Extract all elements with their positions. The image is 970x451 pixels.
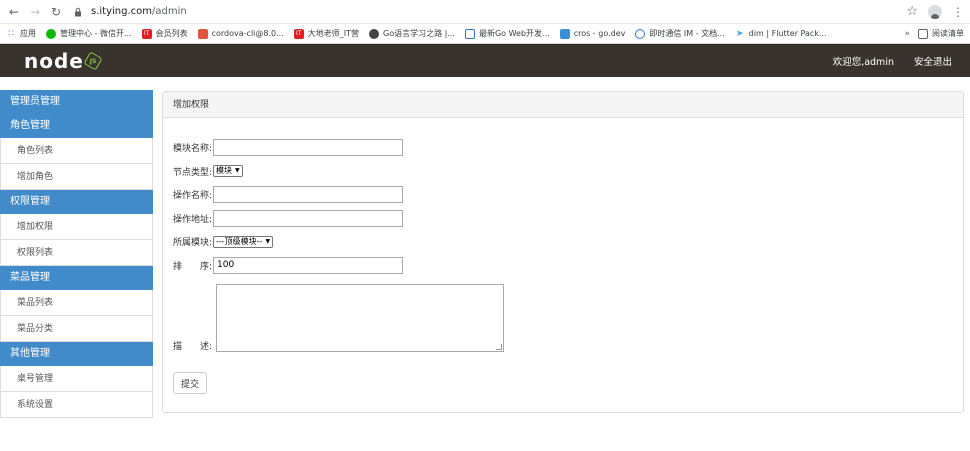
description-textarea[interactable] xyxy=(216,284,504,352)
chevron-down-icon: ▼ xyxy=(265,237,271,245)
action-url-input[interactable] xyxy=(213,209,403,227)
sidebar-group-other[interactable]: 其他管理 xyxy=(0,342,153,366)
sidebar-group-admin[interactable]: 管理员管理 xyxy=(0,90,153,114)
bookmark-item[interactable]: ➤ dim | Flutter Pack... xyxy=(735,29,827,39)
bookmarks-bar: ∷ 应用 管理中心 - 微信开... IT 会员列表 cordova-cli@8… xyxy=(0,24,970,44)
bookmark-label: 应用 xyxy=(20,29,36,38)
bookmark-label: 最新Go Web开发... xyxy=(478,29,550,38)
reading-list-label: 阅读清单 xyxy=(932,29,964,38)
sidebar-item-dish-list[interactable]: 菜品列表 xyxy=(0,290,153,316)
bookmark-item[interactable]: 最新Go Web开发... xyxy=(464,28,550,39)
url-text: s.itying.com/admin xyxy=(91,6,187,17)
panel-title: 增加权限 xyxy=(163,92,963,118)
description-label: 描 述: xyxy=(173,342,213,352)
action-url-label: 操作地址: xyxy=(173,214,213,225)
bookmark-star-icon[interactable]: ☆ xyxy=(906,4,918,19)
itying-icon: IT xyxy=(293,28,304,39)
bookmark-label: 会员列表 xyxy=(155,29,188,38)
cloud-icon xyxy=(635,28,646,39)
bookmark-item[interactable]: cros - go.dev xyxy=(559,28,626,39)
sidebar-group-permission[interactable]: 权限管理 xyxy=(0,190,153,214)
bookmark-item[interactable]: Go语言学习之路 |... xyxy=(369,28,455,39)
sidebar-group-dish[interactable]: 菜品管理 xyxy=(0,266,153,290)
flutter-icon: ➤ xyxy=(735,28,744,39)
parent-module-label: 所属模块: xyxy=(173,238,213,249)
sidebar-item-system-settings[interactable]: 系统设置 xyxy=(0,392,153,418)
sort-input[interactable]: 100 xyxy=(213,256,403,274)
back-icon[interactable]: ← xyxy=(6,4,22,20)
node-type-select[interactable]: 模块 ▼ xyxy=(213,165,243,178)
content-panel: 增加权限 模块名称: 节点类型: 模块 ▼ 操作名称: 操作地址: 所属模块: … xyxy=(162,91,964,413)
bookmark-label: dim | Flutter Pack... xyxy=(748,29,827,38)
app-header: node JS 欢迎您,admin 安全退出 xyxy=(0,44,970,77)
more-bookmarks-icon[interactable]: » xyxy=(904,29,910,39)
sidebar-item-add-role[interactable]: 增加角色 xyxy=(0,164,153,190)
sidebar-item-add-permission[interactable]: 增加权限 xyxy=(0,214,153,240)
go-dev-icon xyxy=(559,28,570,39)
bookmark-label: cordova-cli@8.0... xyxy=(211,29,284,38)
parent-module-value: ---顶级模块-- xyxy=(216,236,263,246)
bookmark-item[interactable]: IT 会员列表 xyxy=(141,28,188,39)
wechat-icon xyxy=(46,28,56,39)
bookmark-item[interactable]: cordova-cli@8.0... xyxy=(197,28,284,39)
forward-icon[interactable]: → xyxy=(27,4,43,20)
sidebar-item-dish-category[interactable]: 菜品分类 xyxy=(0,316,153,342)
bookmark-label: 即时通信 IM - 文档... xyxy=(649,29,725,38)
welcome-text: 欢迎您,admin xyxy=(832,57,894,68)
browser-toolbar: ← → ↻ s.itying.com/admin ☆ ⋮ xyxy=(0,0,970,24)
bookmark-item[interactable]: 即时通信 IM - 文档... xyxy=(635,28,725,39)
sidebar-item-table-number[interactable]: 桌号管理 xyxy=(0,366,153,392)
apps-grid-icon: ∷ xyxy=(8,28,14,39)
sidebar-item-role-list[interactable]: 角色列表 xyxy=(0,138,153,164)
node-type-label: 节点类型: xyxy=(173,167,213,178)
address-bar[interactable]: s.itying.com/admin xyxy=(69,2,906,22)
bookmark-apps[interactable]: ∷ 应用 xyxy=(6,28,36,39)
menu-dots-icon[interactable]: ⋮ xyxy=(952,5,964,19)
profile-avatar-icon[interactable] xyxy=(928,4,942,19)
bookmark-item[interactable]: 管理中心 - 微信开... xyxy=(46,28,132,39)
npm-icon xyxy=(197,28,208,39)
reload-icon[interactable]: ↻ xyxy=(48,4,64,20)
reading-list-button[interactable]: 阅读清单 xyxy=(918,28,964,39)
reading-list-icon xyxy=(918,28,928,39)
action-name-label: 操作名称: xyxy=(173,191,213,202)
globe-icon xyxy=(369,28,379,39)
add-permission-form: 模块名称: 节点类型: 模块 ▼ 操作名称: 操作地址: 所属模块: ---顶级… xyxy=(163,118,963,394)
js-hexagon-icon: JS xyxy=(83,51,103,71)
parent-module-select[interactable]: ---顶级模块-- ▼ xyxy=(213,235,274,248)
nodejs-logo: node JS xyxy=(24,49,103,73)
sort-label: 排 序: xyxy=(173,261,213,272)
lock-icon xyxy=(75,7,81,16)
module-name-input[interactable] xyxy=(213,139,403,157)
bookmark-label: 管理中心 - 微信开... xyxy=(60,29,132,38)
sidebar-item-permission-list[interactable]: 权限列表 xyxy=(0,240,153,266)
chevron-down-icon: ▼ xyxy=(235,167,240,175)
bookmark-label: cros - go.dev xyxy=(573,29,626,38)
node-type-value: 模块 xyxy=(216,166,232,176)
bilibili-icon xyxy=(464,28,475,39)
sidebar: 管理员管理 角色管理 角色列表 增加角色 权限管理 增加权限 权限列表 菜品管理… xyxy=(0,90,153,418)
logo-badge: JS xyxy=(89,57,97,65)
submit-button[interactable]: 提交 xyxy=(173,372,207,394)
bookmark-label: 大地老师_IT营 xyxy=(307,29,359,38)
module-name-label: 模块名称: xyxy=(173,144,213,155)
logo-text: node xyxy=(24,49,84,73)
bookmark-label: Go语言学习之路 |... xyxy=(383,29,455,38)
itying-icon: IT xyxy=(141,28,152,39)
sidebar-group-role[interactable]: 角色管理 xyxy=(0,114,153,138)
action-name-input[interactable] xyxy=(213,186,403,204)
logout-link[interactable]: 安全退出 xyxy=(914,54,952,68)
bookmark-item[interactable]: IT 大地老师_IT营 xyxy=(293,28,359,39)
